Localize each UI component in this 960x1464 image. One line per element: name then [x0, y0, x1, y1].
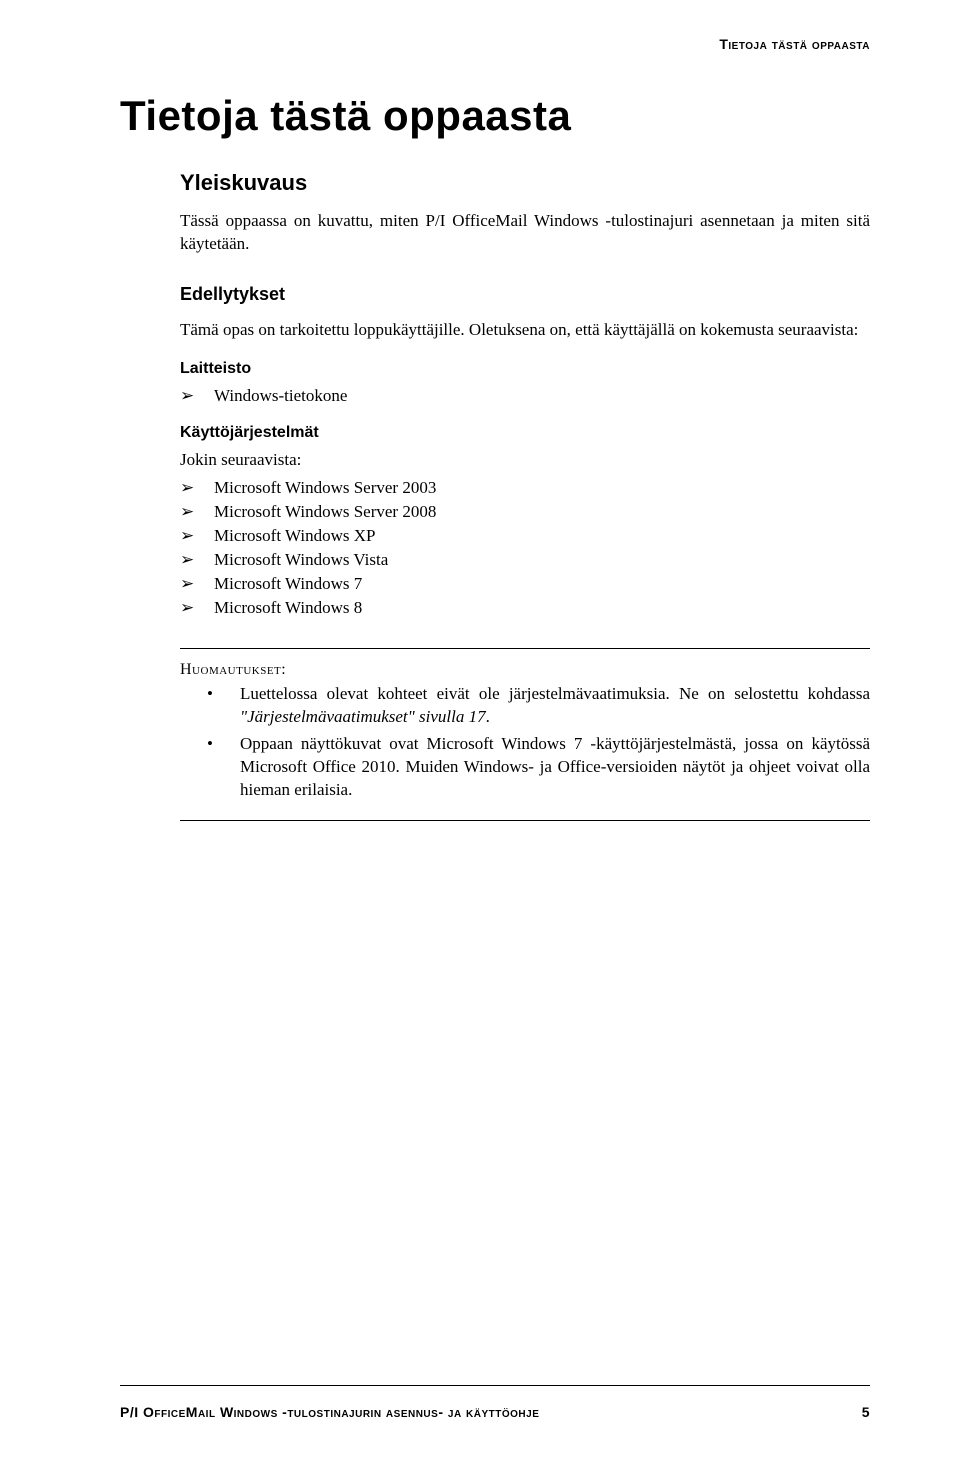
arrow-icon: ➢ — [180, 502, 214, 522]
list-item-label: Microsoft Windows XP — [214, 526, 870, 546]
list-item-label: Microsoft Windows 8 — [214, 598, 870, 618]
os-list: ➢ Microsoft Windows Server 2003 ➢ Micros… — [180, 478, 870, 618]
page: Tietoja tästä oppaasta Tietoja tästä opp… — [0, 0, 960, 1464]
os-heading: Käyttöjärjestelmät — [180, 424, 870, 442]
notes-text-pre: Oppaan näyttökuvat ovat Microsoft Window… — [240, 734, 870, 799]
arrow-icon: ➢ — [180, 574, 214, 594]
list-item: ➢ Microsoft Windows Server 2003 — [180, 478, 870, 498]
notes-heading: Huomautukset: — [180, 661, 870, 679]
os-intro: Jokin seuraavista: — [180, 450, 870, 470]
notes-box: Huomautukset: • Luettelossa olevat kohte… — [180, 648, 870, 821]
notes-text-pre: Luettelossa olevat kohteet eivät ole jär… — [240, 684, 870, 703]
footer-rule — [120, 1385, 870, 1386]
hardware-heading: Laitteisto — [180, 360, 870, 378]
arrow-icon: ➢ — [180, 386, 214, 406]
arrow-icon: ➢ — [180, 598, 214, 618]
running-head: Tietoja tästä oppaasta — [120, 36, 870, 52]
footer: P/I OfficeMail Windows -tulostinajurin a… — [120, 1404, 870, 1420]
notes-text-post: . — [486, 707, 490, 726]
list-item-label: Microsoft Windows Server 2003 — [214, 478, 870, 498]
page-number: 5 — [862, 1404, 870, 1420]
list-item-label: Microsoft Windows Vista — [214, 550, 870, 570]
notes-link[interactable]: "Järjestelmävaatimukset" sivulla 17 — [240, 707, 486, 726]
list-item-label: Microsoft Windows 7 — [214, 574, 870, 594]
list-item-label: Windows-tietokone — [214, 386, 870, 406]
list-item: ➢ Microsoft Windows Server 2008 — [180, 502, 870, 522]
prerequisites-paragraph: Tämä opas on tarkoitettu loppukäyttäjill… — [180, 319, 870, 342]
bullet-icon: • — [180, 733, 240, 756]
list-item-label: Microsoft Windows Server 2008 — [214, 502, 870, 522]
list-item: ➢ Microsoft Windows XP — [180, 526, 870, 546]
notes-item: • Oppaan näyttökuvat ovat Microsoft Wind… — [180, 733, 870, 802]
prerequisites-heading: Edellytykset — [180, 284, 870, 305]
overview-paragraph: Tässä oppaassa on kuvattu, miten P/I Off… — [180, 210, 870, 256]
notes-item: • Luettelossa olevat kohteet eivät ole j… — [180, 683, 870, 729]
list-item: ➢ Microsoft Windows 7 — [180, 574, 870, 594]
overview-heading: Yleiskuvaus — [180, 170, 870, 196]
bullet-icon: • — [180, 683, 240, 706]
arrow-icon: ➢ — [180, 550, 214, 570]
arrow-icon: ➢ — [180, 478, 214, 498]
list-item: ➢ Microsoft Windows 8 — [180, 598, 870, 618]
arrow-icon: ➢ — [180, 526, 214, 546]
list-item: ➢ Windows-tietokone — [180, 386, 870, 406]
footer-left: P/I OfficeMail Windows -tulostinajurin a… — [120, 1404, 539, 1420]
list-item: ➢ Microsoft Windows Vista — [180, 550, 870, 570]
chapter-title: Tietoja tästä oppaasta — [120, 92, 870, 140]
hardware-list: ➢ Windows-tietokone — [180, 386, 870, 406]
